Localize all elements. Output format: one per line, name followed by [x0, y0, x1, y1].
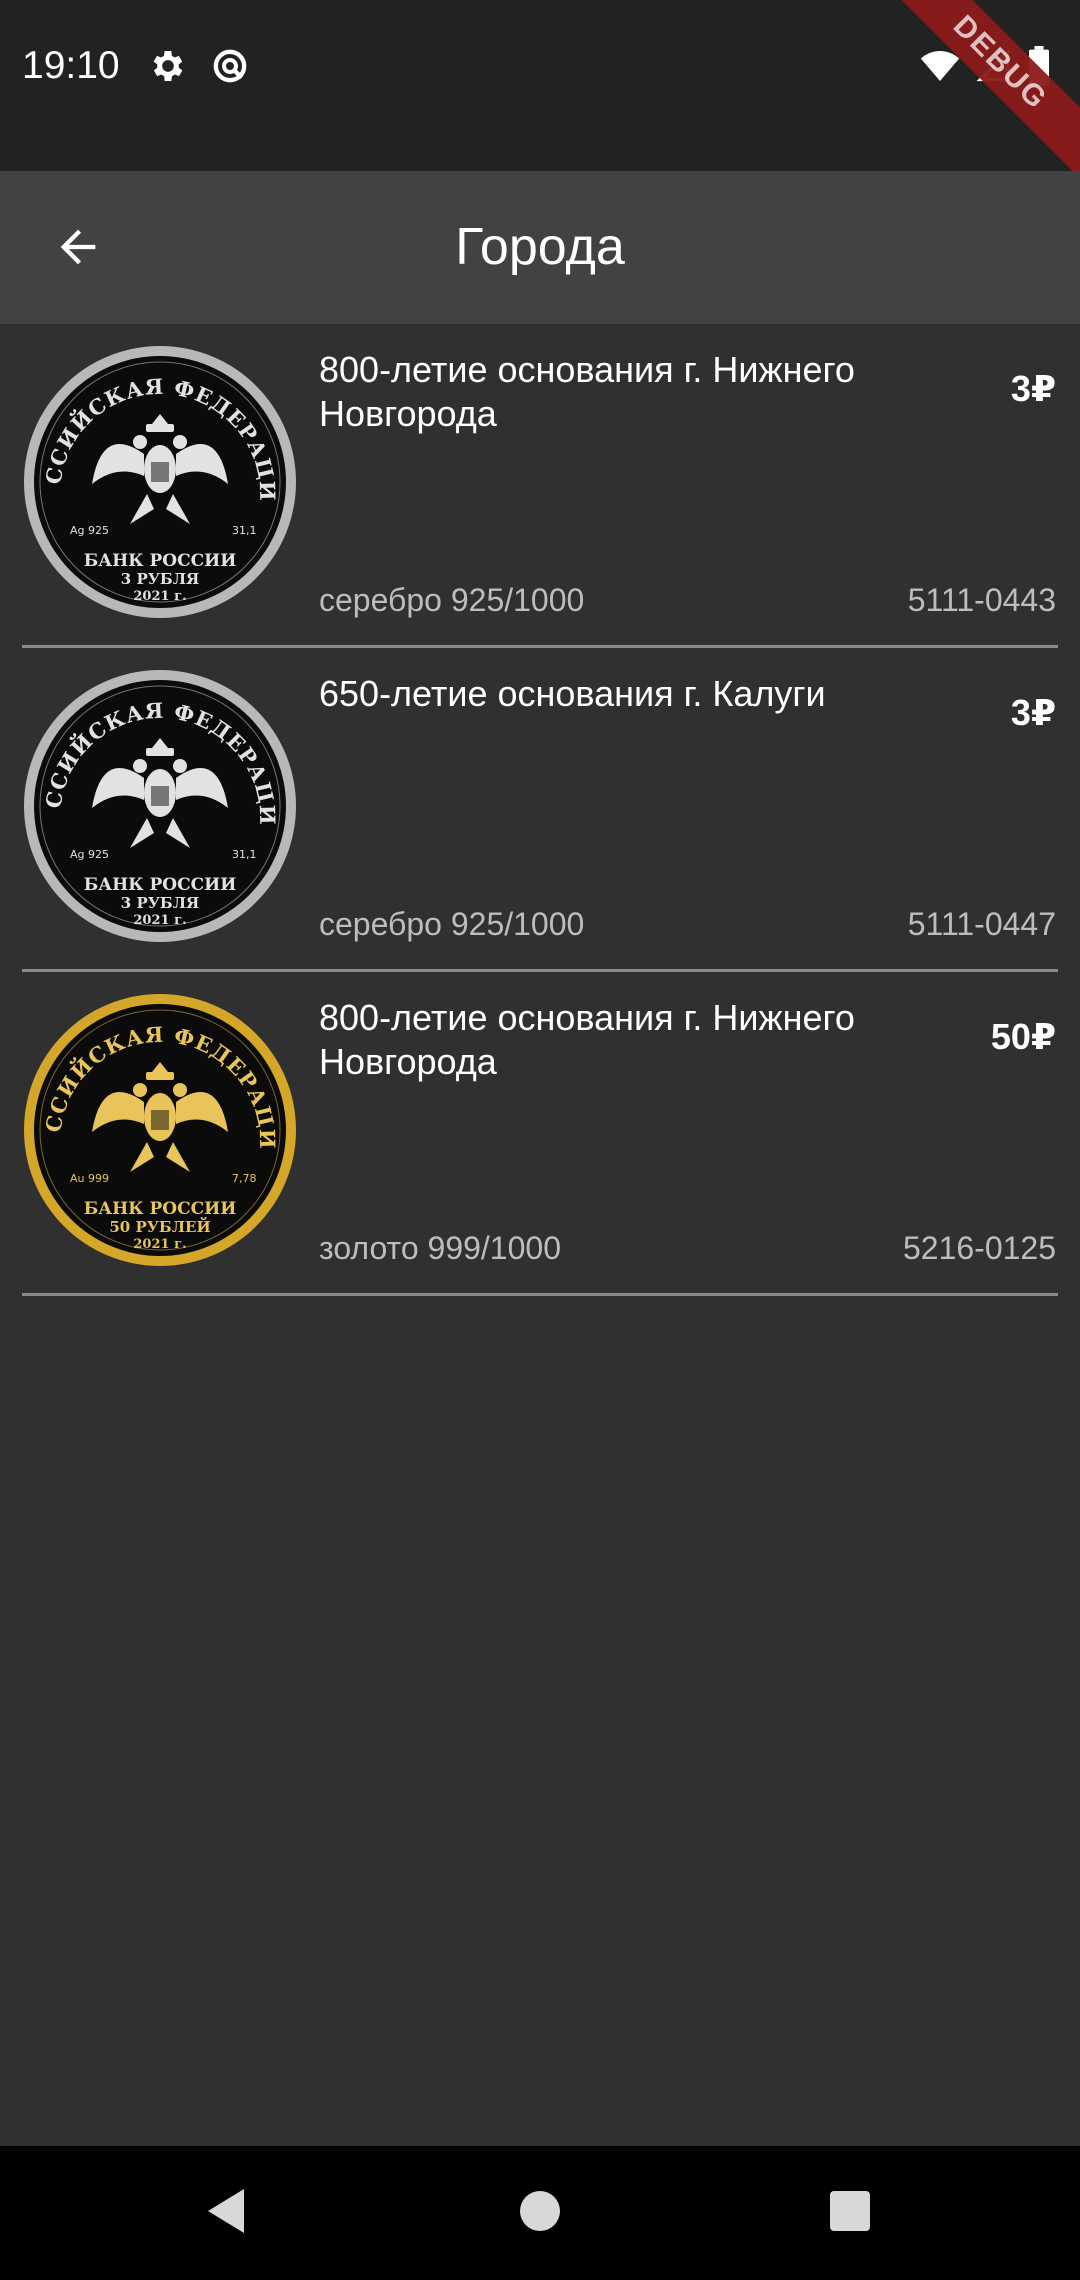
coin-price: 3₽: [1010, 368, 1056, 409]
coin-gold-svg: РОССИЙСКАЯ ФЕДЕРАЦИЯ Au 999 7,78 БАНК РО…: [12, 972, 296, 1266]
svg-text:Ag 925: Ag 925: [70, 524, 109, 537]
svg-text:31,1: 31,1: [232, 524, 257, 537]
coin-metal: золото 999/1000: [319, 1230, 561, 1266]
svg-text:50 РУБЛЕЙ: 50 РУБЛЕЙ: [109, 1217, 210, 1236]
back-button[interactable]: [40, 211, 116, 287]
coin-image: РОССИЙСКАЯ ФЕДЕРАЦИЯ Ag 925 31,1 БАНК РО…: [12, 324, 298, 620]
nav-recents-icon: [829, 2190, 871, 2237]
coin-catalog-number: 5216-0125: [902, 1230, 1056, 1266]
page-title: Города: [455, 218, 625, 276]
coin-metal: серебро 925/1000: [319, 906, 585, 942]
status-bar: 19:10 DEBUG: [0, 0, 1080, 187]
coin-price: 3₽: [1010, 692, 1056, 733]
svg-text:2021 г.: 2021 г.: [133, 589, 186, 604]
coin-title: 800-летие основания г. Нижнего Новгорода: [319, 997, 855, 1082]
svg-text:7,78: 7,78: [232, 1172, 257, 1185]
nav-back-button[interactable]: [146, 2146, 306, 2280]
list-item[interactable]: РОССИЙСКАЯ ФЕДЕРАЦИЯ Ag 925 31,1 БАНК РО…: [0, 324, 1080, 648]
coin-catalog-number: 5111-0443: [907, 582, 1056, 618]
status-time: 19:10: [22, 44, 120, 87]
nav-home-icon: [518, 2189, 562, 2238]
coin-price: 50₽: [990, 1016, 1056, 1057]
svg-text:2021 г.: 2021 г.: [133, 913, 186, 928]
coin-list: РОССИЙСКАЯ ФЕДЕРАЦИЯ Ag 925 31,1 БАНК РО…: [0, 324, 1080, 1296]
svg-text:31,1: 31,1: [232, 848, 257, 861]
coin-silver-svg: РОССИЙСКАЯ ФЕДЕРАЦИЯ Ag 925 31,1 БАНК РО…: [12, 324, 296, 618]
divider: [22, 1293, 1058, 1296]
svg-text:Ag 925: Ag 925: [70, 848, 109, 861]
coin-title: 650-летие основания г. Калуги: [319, 673, 826, 714]
coin-title: 800-летие основания г. Нижнего Новгорода: [319, 349, 855, 434]
nav-back-icon: [204, 2187, 248, 2240]
svg-text:БАНК РОССИИ: БАНК РОССИИ: [84, 1199, 237, 1219]
nav-home-button[interactable]: [460, 2146, 620, 2280]
svg-text:3 РУБЛЯ: 3 РУБЛЯ: [121, 570, 199, 588]
svg-text:2021 г.: 2021 г.: [133, 1237, 186, 1252]
svg-text:Au 999: Au 999: [70, 1172, 109, 1185]
coin-image: РОССИЙСКАЯ ФЕДЕРАЦИЯ Ag 925 31,1 БАНК РО…: [12, 648, 298, 944]
list-item[interactable]: РОССИЙСКАЯ ФЕДЕРАЦИЯ Ag 925 31,1 БАНК РО…: [0, 648, 1080, 972]
debug-banner: DEBUG: [876, 0, 1080, 187]
wifi-icon: [920, 48, 960, 89]
arrow-back-icon: [52, 221, 104, 278]
nav-recents-button[interactable]: [770, 2146, 930, 2280]
coin-metal: серебро 925/1000: [319, 582, 585, 618]
svg-text:3 РУБЛЯ: 3 РУБЛЯ: [121, 894, 199, 912]
app-bar: Города: [0, 171, 1080, 324]
list-item[interactable]: РОССИЙСКАЯ ФЕДЕРАЦИЯ Au 999 7,78 БАНК РО…: [0, 972, 1080, 1296]
coin-image: РОССИЙСКАЯ ФЕДЕРАЦИЯ Au 999 7,78 БАНК РО…: [12, 972, 298, 1268]
coin-silver-svg: РОССИЙСКАЯ ФЕДЕРАЦИЯ Ag 925 31,1 БАНК РО…: [12, 648, 296, 942]
gear-icon: [148, 46, 188, 91]
sync-icon: [210, 46, 250, 91]
svg-text:БАНК РОССИИ: БАНК РОССИИ: [84, 551, 237, 571]
svg-text:БАНК РОССИИ: БАНК РОССИИ: [84, 875, 237, 895]
system-nav-bar: [0, 2146, 1080, 2280]
status-icons-left: [148, 46, 250, 91]
coin-catalog-number: 5111-0447: [907, 906, 1056, 942]
